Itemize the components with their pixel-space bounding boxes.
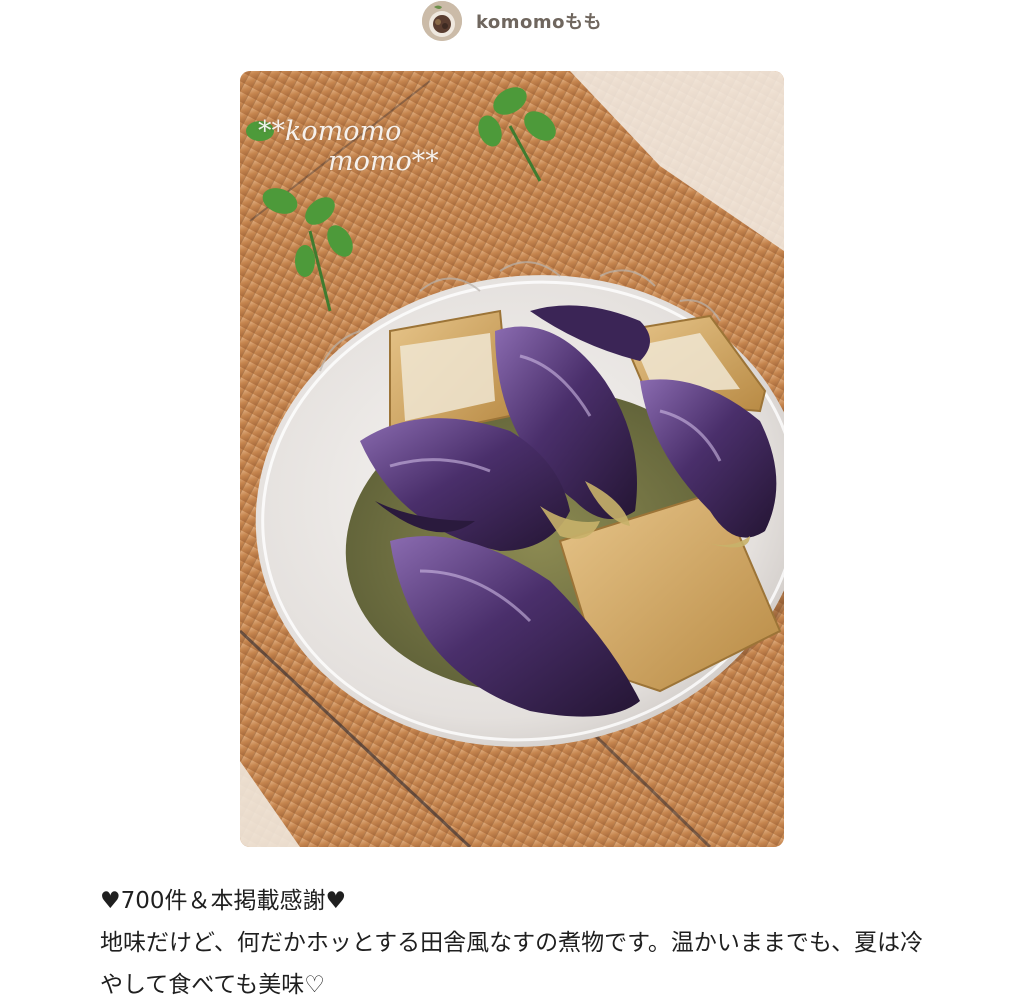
author-bar: komomoもも — [0, 0, 1024, 42]
description-headline: ♥700件＆本掲載感謝♥ — [100, 888, 347, 914]
simmered-eggplant-dish-photo-icon — [240, 71, 784, 847]
author-avatar[interactable] — [421, 1, 462, 41]
author-name-link[interactable]: komomoもも — [476, 8, 602, 34]
recipe-description: ♥700件＆本掲載感謝♥ 地味だけど、何だかホッとする田舎風なすの煮物です。温か… — [100, 880, 930, 1006]
recipe-photo: **komomo momo** — [240, 71, 784, 847]
food-photo-avatar-icon — [421, 1, 462, 41]
description-body: 地味だけど、何だかホッとする田舎風なすの煮物です。温かいままでも、夏は冷やして食… — [100, 930, 924, 998]
